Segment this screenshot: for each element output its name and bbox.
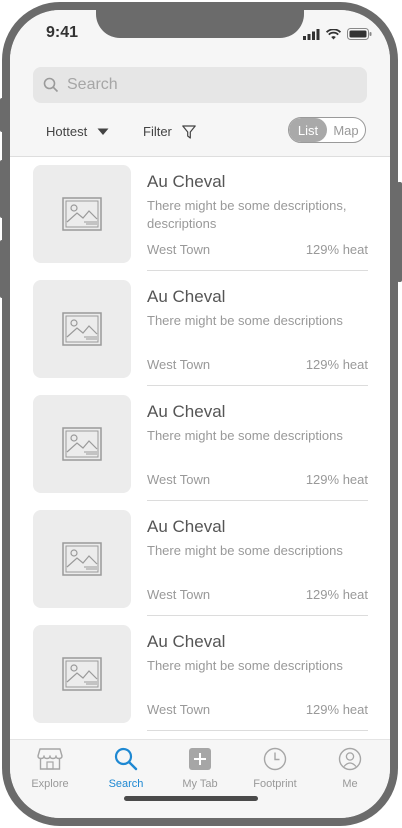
item-description: There might be some descriptions <box>147 658 343 673</box>
status-time: 9:41 <box>46 24 79 41</box>
image-placeholder-icon <box>33 625 131 723</box>
tab-label: My Tab <box>182 778 218 790</box>
tab-my-tab[interactable]: My Tab <box>162 744 238 790</box>
item-location: West Town <box>147 472 211 487</box>
status-icons <box>303 28 372 40</box>
image-placeholder-icon <box>33 280 131 378</box>
person-icon <box>335 744 365 774</box>
camera-notch <box>96 10 304 38</box>
item-title: Au Cheval <box>147 632 226 651</box>
image-placeholder-icon <box>33 510 131 608</box>
divider <box>147 385 368 386</box>
divider <box>147 730 368 731</box>
signal-icon <box>303 28 320 40</box>
item-location: West Town <box>147 702 211 717</box>
search-placeholder: Search <box>67 76 118 93</box>
tab-label: Me <box>342 778 358 790</box>
tab-me[interactable]: Me <box>312 744 388 790</box>
item-description: There might be some descriptions <box>147 543 343 558</box>
item-heat: 129% heat <box>305 702 368 717</box>
item-location: West Town <box>147 587 211 602</box>
list-item[interactable]: Au Cheval There might be some descriptio… <box>10 502 390 617</box>
item-heat: 129% heat <box>305 472 368 487</box>
item-heat: 129% heat <box>305 587 368 602</box>
funnel-icon <box>182 124 196 139</box>
phone-frame: 9:41 Search Hottest Filter List Map Au C… <box>2 2 398 826</box>
home-indicator[interactable] <box>124 796 258 801</box>
divider <box>147 615 368 616</box>
tab-label: Footprint <box>253 778 297 790</box>
clock-icon <box>260 744 290 774</box>
list-item[interactable]: Au Cheval There might be some descriptio… <box>10 272 390 387</box>
view-map-option[interactable]: Map <box>327 118 365 142</box>
tab-footprint[interactable]: Footprint <box>237 744 313 790</box>
image-placeholder-icon <box>33 165 131 263</box>
plus-box-icon <box>185 744 215 774</box>
list-item[interactable]: Au Cheval There might be some descriptio… <box>10 157 390 272</box>
item-description: There might be some descriptions <box>147 428 343 443</box>
item-heat: 129% heat <box>305 357 368 372</box>
item-title: Au Cheval <box>147 517 226 536</box>
sort-dropdown[interactable]: Hottest <box>46 124 109 139</box>
list-controls: Hottest Filter List Map <box>10 116 390 150</box>
item-location: West Town <box>147 242 211 257</box>
item-title: Au Cheval <box>147 402 226 421</box>
view-list-option[interactable]: List <box>289 118 327 142</box>
search-icon <box>43 77 59 93</box>
item-heat: 129% heat <box>305 242 368 257</box>
result-list: Au Cheval There might be some descriptio… <box>10 157 390 739</box>
list-item[interactable]: Au Cheval There might be some descriptio… <box>10 387 390 502</box>
list-item[interactable]: Au Cheval There might be some descriptio… <box>10 617 390 732</box>
store-icon <box>35 744 65 774</box>
tab-bar: Explore Search My Tab Footprint Me <box>10 739 390 818</box>
search-header: Search Hottest Filter List Map <box>10 56 390 157</box>
search-input[interactable]: Search <box>33 67 367 103</box>
tab-label: Search <box>108 778 144 790</box>
item-title: Au Cheval <box>147 287 226 306</box>
battery-icon <box>347 28 372 40</box>
item-location: West Town <box>147 357 211 372</box>
filter-button[interactable]: Filter <box>143 124 196 139</box>
divider <box>147 500 368 501</box>
sort-label: Hottest <box>46 124 88 139</box>
wifi-icon <box>326 28 341 39</box>
filter-label: Filter <box>143 124 172 139</box>
divider <box>147 270 368 271</box>
item-description: There might be some descriptions <box>147 313 343 328</box>
tab-explore[interactable]: Explore <box>12 744 88 790</box>
search-icon <box>111 744 141 774</box>
tab-label: Explore <box>31 778 69 790</box>
tab-search[interactable]: Search <box>88 744 164 790</box>
item-description: There might be some descriptions, descri… <box>147 198 347 231</box>
image-placeholder-icon <box>33 395 131 493</box>
caret-down-icon <box>97 128 109 135</box>
view-toggle[interactable]: List Map <box>288 117 366 143</box>
item-title: Au Cheval <box>147 172 226 191</box>
